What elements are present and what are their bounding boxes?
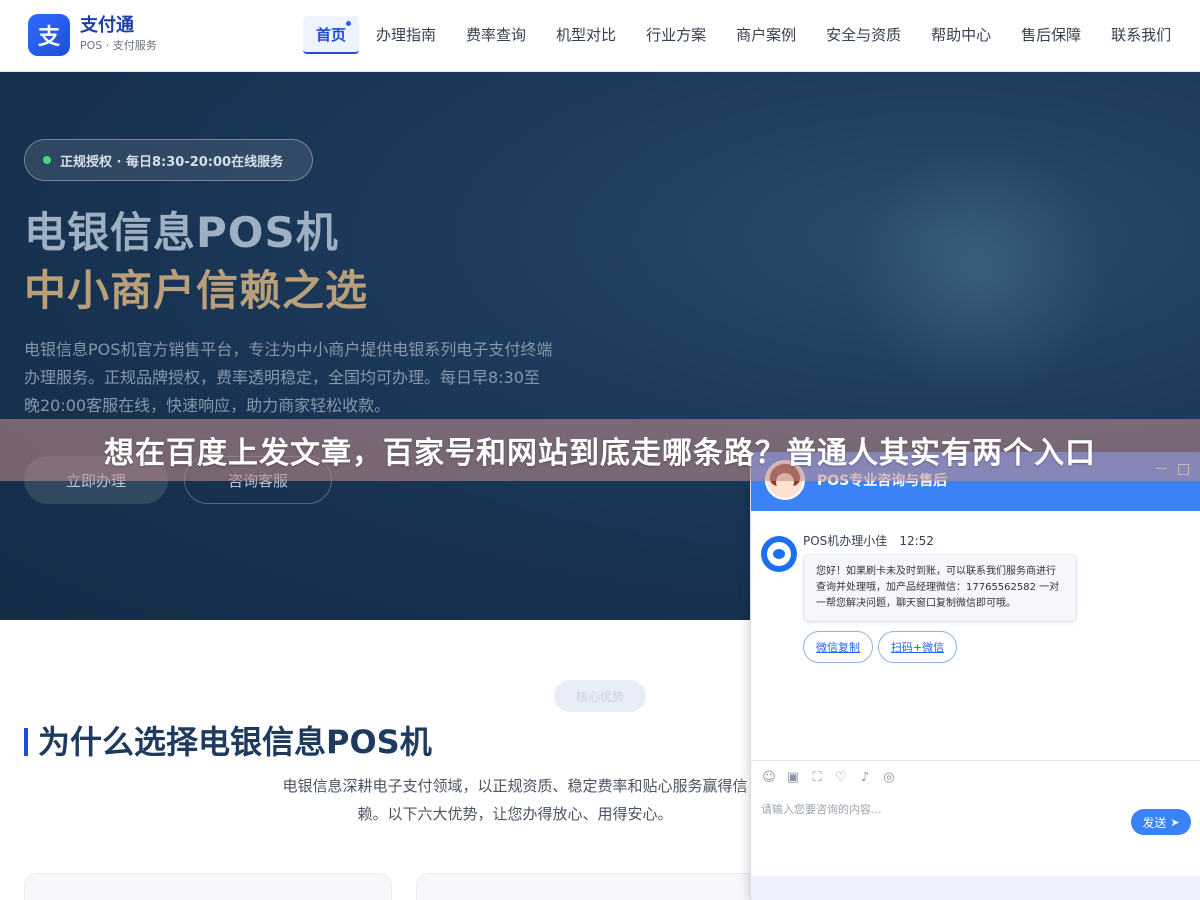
hero-description: 电银信息POS机官方销售平台，专注为中小商户提供电银系列电子支付终端办理服务。正…: [24, 340, 553, 415]
chat-toolbar: ☺ ▣ ⛶ ♡ ♪ ◎: [761, 770, 905, 786]
agent-name: POS机办理小佳: [803, 534, 888, 548]
agent-meta: POS机办理小佳 12:52: [803, 532, 934, 549]
hero-glow: [850, 142, 1110, 402]
nav-item-industry[interactable]: 行业方案: [633, 16, 719, 54]
logo-subtitle: POS · 支付服务: [80, 39, 157, 52]
emoji-icon[interactable]: ☺: [761, 770, 777, 786]
nav-item-help[interactable]: 帮助中心: [918, 16, 1004, 54]
chat-input[interactable]: 请输入您要咨询的内容...: [761, 801, 1121, 817]
nav-item-security[interactable]: 安全与资质: [813, 16, 914, 54]
section-title-accent: [24, 728, 28, 756]
send-icon: ➤: [1170, 815, 1180, 829]
agent-icon: [767, 542, 791, 566]
nav-item-home[interactable]: 首页: [303, 16, 360, 54]
agent-avatar: [761, 536, 797, 572]
active-dot: [346, 21, 352, 26]
copy-wechat-button[interactable]: 微信复制: [803, 631, 873, 663]
send-button[interactable]: 发送 ➤: [1131, 809, 1191, 835]
chat-footer: [751, 876, 1200, 900]
scan-wechat-button[interactable]: 扫码+微信: [878, 631, 957, 663]
logo-title: 支付通: [80, 15, 134, 36]
section-description: 电银信息深耕电子支付领域，以正规资质、稳定费率和贴心服务赢得信赖。以下六大优势，…: [282, 777, 748, 823]
chat-divider: [751, 760, 1200, 761]
hero-title: 电银信息POS机: [24, 208, 339, 257]
nav-label: 首页: [316, 26, 347, 44]
screenshot-icon[interactable]: ⛶: [809, 770, 825, 786]
service-badge: 正规授权 · 每日8:30-20:00在线服务: [24, 139, 313, 181]
nav-item-contact[interactable]: 联系我们: [1098, 16, 1184, 54]
logo[interactable]: 支 支付通 POS · 支付服务: [28, 14, 157, 56]
online-status-dot: [43, 156, 51, 164]
nav-item-compare[interactable]: 机型对比: [543, 16, 629, 54]
logo-mark: 支: [28, 14, 70, 56]
site-header: 支 支付通 POS · 支付服务 首页 办理指南 费率查询 机型对比 行业方案 …: [0, 0, 1200, 72]
nav-item-cases[interactable]: 商户案例: [723, 16, 809, 54]
nav-item-aftersales[interactable]: 售后保障: [1008, 16, 1094, 54]
logo-text: 支付通 POS · 支付服务: [80, 16, 157, 54]
chat-widget: POS专业咨询与售后 — POS机办理小佳12:52 您好！如果刷卡未及时到账，…: [750, 452, 1200, 900]
section-chip: 核心优势: [554, 680, 646, 712]
main-nav: 首页 办理指南 费率查询 机型对比 行业方案 商户案例 安全与资质 帮助中心 售…: [303, 16, 1188, 54]
section-title: 为什么选择电银信息POS机: [38, 723, 432, 761]
nav-item-rates[interactable]: 费率查询: [453, 16, 539, 54]
banner-text: 想在百度上发文章，百家号和网站到底走哪条路？普通人其实有两个入口: [104, 436, 1096, 471]
message-bubble: 您好！如果刷卡未及时到账，可以联系我们服务商进行查询并处理哦，加产品经理微信：1…: [803, 554, 1077, 622]
nav-item-guide[interactable]: 办理指南: [363, 16, 449, 54]
hero-subtitle: 中小商户信赖之选: [24, 266, 369, 315]
article-title-banner: 想在百度上发文章，百家号和网站到底走哪条路？普通人其实有两个入口: [0, 419, 1200, 481]
message-time: 12:52: [899, 534, 934, 548]
advantage-card[interactable]: [416, 873, 784, 900]
advantage-card[interactable]: [24, 873, 392, 900]
image-icon[interactable]: ▣: [785, 770, 801, 786]
send-label: 发送: [1142, 815, 1167, 830]
badge-text: 正规授权 · 每日8:30-20:00在线服务: [60, 154, 284, 170]
wechat-icon[interactable]: ◎: [881, 770, 897, 786]
evaluate-icon[interactable]: ♡: [833, 770, 849, 786]
voice-icon[interactable]: ♪: [857, 770, 873, 786]
